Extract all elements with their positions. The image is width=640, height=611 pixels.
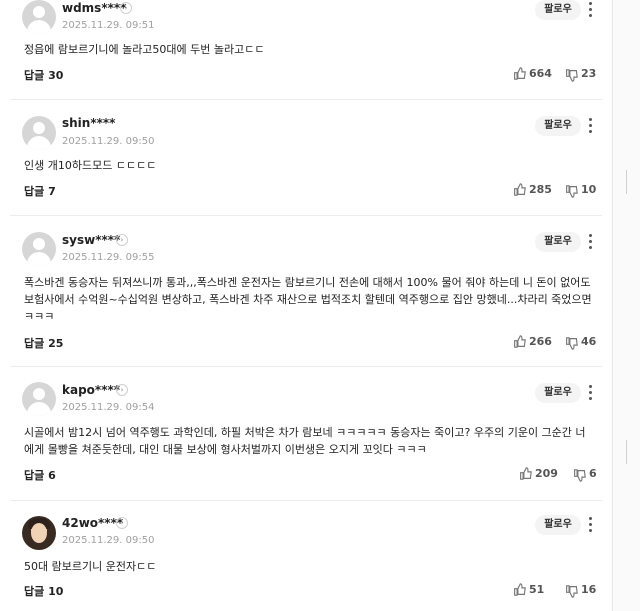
- thumbs-up-icon[interactable]: [513, 183, 526, 196]
- reply-label: 답글: [24, 469, 45, 482]
- chevron-right-icon[interactable]: ›: [120, 2, 132, 14]
- avatar-body: [27, 252, 51, 266]
- scroll-track-mark: [626, 170, 627, 194]
- avatar-head: [33, 122, 45, 134]
- reply-button[interactable]: 답글 7: [24, 183, 56, 199]
- comment-text: 정읍에 람보르기니에 놀라고50대에 두번 놀라고ㄷㄷ: [24, 43, 265, 56]
- vertical-dots-icon[interactable]: [587, 2, 595, 18]
- default-avatar[interactable]: [22, 232, 56, 266]
- chevron-right-icon[interactable]: ›: [116, 384, 128, 396]
- username[interactable]: 42wo****: [62, 516, 123, 530]
- follow-button[interactable]: 팔로우: [535, 232, 581, 252]
- dislike-count: 16: [581, 583, 597, 596]
- comment-text: 시골에서 밤12시 넘어 역주행도 과학인데, 하필 처박은 차가 람보네 ㅋㅋ…: [24, 426, 586, 456]
- reply-count: 25: [48, 337, 64, 350]
- chevron-right-icon[interactable]: ›: [116, 517, 128, 529]
- thumbs-down-icon[interactable]: [573, 469, 586, 482]
- dislike-count: 46: [581, 335, 597, 348]
- username[interactable]: kapo****: [62, 383, 120, 397]
- reply-count: 7: [48, 185, 56, 198]
- comment-date: 2025.11.29. 09:50: [62, 535, 155, 546]
- reply-button[interactable]: 답글 30: [24, 67, 63, 83]
- scroll-track-mark: [626, 440, 627, 464]
- default-avatar[interactable]: [22, 0, 56, 34]
- comment-date: 2025.11.29. 09:50: [62, 136, 155, 147]
- follow-button[interactable]: 팔로우: [535, 383, 581, 403]
- vertical-dots-icon[interactable]: [587, 385, 595, 401]
- avatar-body: [27, 136, 51, 150]
- photo-avatar[interactable]: [22, 516, 56, 550]
- username[interactable]: sysw****: [62, 233, 120, 247]
- comment-text: 50대 람보르기니 운전자ㄷㄷ: [24, 560, 157, 573]
- like-count: 285: [529, 183, 552, 196]
- comment-item: sysw**** › 2025.11.29. 09:55 팔로우 폭스바겐 동승…: [10, 217, 602, 367]
- dislike-count: 23: [581, 67, 597, 80]
- like-count: 664: [529, 67, 552, 80]
- comment-text: 인생 개10하드모드 ㄷㄷㄷㄷ: [24, 159, 157, 172]
- adjacent-panel-edge: [612, 0, 640, 611]
- avatar-body: [27, 20, 51, 34]
- comment-item: kapo**** › 2025.11.29. 09:54 팔로우 시골에서 밤1…: [10, 368, 602, 501]
- comment-date: 2025.11.29. 09:54: [62, 402, 155, 413]
- reply-count: 6: [48, 469, 56, 482]
- comment-list: wdms**** › 2025.11.29. 09:51 팔로우 정읍에 람보르…: [0, 0, 612, 611]
- reply-count: 10: [48, 585, 64, 598]
- reply-button[interactable]: 답글 25: [24, 335, 63, 351]
- username[interactable]: shin****: [62, 116, 115, 130]
- avatar-head: [33, 388, 45, 400]
- reply-label: 답글: [24, 185, 45, 198]
- avatar-head: [33, 6, 45, 18]
- thumbs-down-icon[interactable]: [565, 185, 578, 198]
- thumbs-up-icon[interactable]: [519, 467, 532, 480]
- thumbs-up-icon[interactable]: [513, 335, 526, 348]
- reply-count: 30: [48, 69, 64, 82]
- default-avatar[interactable]: [22, 382, 56, 416]
- comment-item: wdms**** › 2025.11.29. 09:51 팔로우 정읍에 람보르…: [10, 0, 602, 100]
- avatar-face: [31, 523, 47, 543]
- thumbs-down-icon[interactable]: [565, 69, 578, 82]
- comment-item: 42wo**** › 2025.11.29. 09:50 팔로우 50대 람보르…: [10, 502, 602, 611]
- comment-date: 2025.11.29. 09:51: [62, 20, 155, 31]
- comment-text: 폭스바겐 동승자는 뒤져쓰니까 통과,,,폭스바겐 운전자는 람보르기니 전손에…: [24, 276, 592, 323]
- avatar-body: [27, 402, 51, 416]
- reply-label: 답글: [24, 69, 45, 82]
- username[interactable]: wdms****: [62, 1, 126, 15]
- like-count: 266: [529, 335, 552, 348]
- reply-button[interactable]: 답글 6: [24, 467, 56, 483]
- thumbs-down-icon[interactable]: [565, 585, 578, 598]
- like-count: 51: [529, 583, 545, 596]
- dislike-count: 6: [589, 467, 597, 480]
- reply-label: 답글: [24, 585, 45, 598]
- vertical-dots-icon[interactable]: [587, 118, 595, 134]
- thumbs-up-icon[interactable]: [513, 67, 526, 80]
- dislike-count: 10: [581, 183, 597, 196]
- chevron-right-icon[interactable]: ›: [116, 234, 128, 246]
- comment-date: 2025.11.29. 09:55: [62, 252, 155, 263]
- follow-button[interactable]: 팔로우: [535, 0, 581, 20]
- follow-button[interactable]: 팔로우: [535, 116, 581, 136]
- follow-button[interactable]: 팔로우: [535, 515, 581, 535]
- like-count: 209: [535, 467, 558, 480]
- vertical-dots-icon[interactable]: [587, 517, 595, 533]
- avatar-head: [33, 238, 45, 250]
- vertical-dots-icon[interactable]: [587, 234, 595, 250]
- comment-item: shin**** 2025.11.29. 09:50 팔로우 인생 개10하드모…: [10, 101, 602, 216]
- default-avatar[interactable]: [22, 116, 56, 150]
- thumbs-down-icon[interactable]: [565, 337, 578, 350]
- reply-button[interactable]: 답글 10: [24, 583, 63, 599]
- thumbs-up-icon[interactable]: [513, 583, 526, 596]
- reply-label: 답글: [24, 337, 45, 350]
